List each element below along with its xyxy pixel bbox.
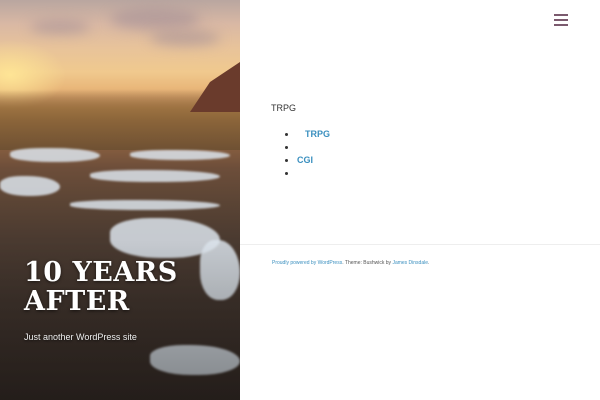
cgi-link[interactable]: CGI	[297, 155, 313, 165]
theme-text: . Theme: Bushwick by	[342, 260, 393, 266]
wordpress-link[interactable]: Proudly powered by WordPress	[272, 260, 342, 266]
content-list: TRPG CGI	[297, 128, 330, 180]
list-item: CGI	[297, 154, 330, 167]
site-title[interactable]: 10 YEARS AFTER	[24, 258, 224, 316]
trpg-link[interactable]: TRPG	[305, 129, 330, 139]
list-item	[297, 167, 330, 180]
page: 10 YEARS AFTER Just another WordPress si…	[0, 0, 600, 400]
site-tagline: Just another WordPress site	[24, 332, 137, 342]
page-heading: TRPG	[271, 103, 297, 113]
list-item: TRPG	[297, 128, 330, 141]
site-footer: Proudly powered by WordPress. Theme: Bus…	[272, 260, 429, 266]
header-image: 10 YEARS AFTER Just another WordPress si…	[0, 0, 240, 400]
footer-end: .	[428, 260, 430, 266]
hamburger-icon[interactable]	[554, 14, 568, 26]
author-link[interactable]: James Dinsdale	[392, 260, 428, 266]
list-item	[297, 141, 330, 154]
footer-divider	[240, 244, 600, 245]
